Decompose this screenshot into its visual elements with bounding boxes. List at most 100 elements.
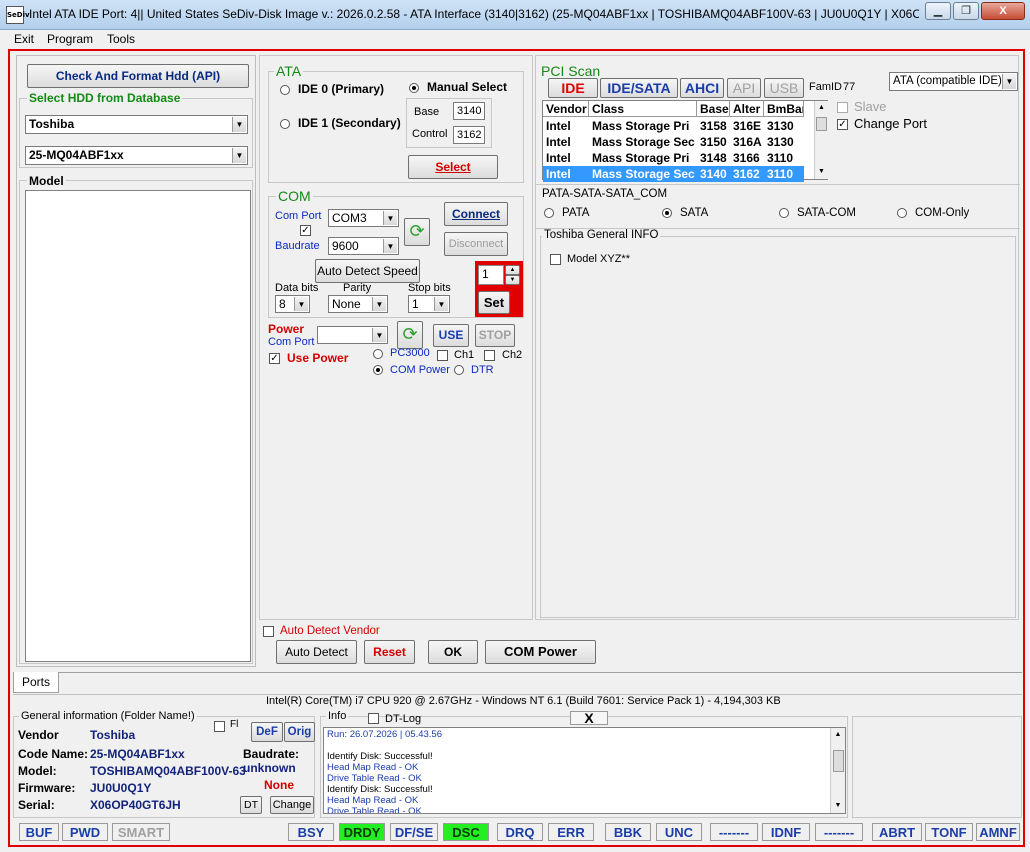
change-port-label[interactable]: Change Port [854, 116, 927, 131]
info-log[interactable]: Run: 26.07.2026 | 05.43.56 Identify Disk… [323, 727, 846, 814]
dt-button[interactable]: DT [240, 796, 262, 814]
power-com-port-combo[interactable]: ▼ [317, 326, 388, 344]
com-port-combo[interactable]: COM3 ▼ [328, 209, 399, 227]
com-power-radio[interactable] [373, 365, 383, 375]
reset-button[interactable]: Reset [364, 640, 415, 664]
use-power-label[interactable]: Use Power [287, 351, 348, 365]
tab-usb[interactable]: USB [764, 78, 804, 98]
data-bits-combo[interactable]: 8 ▼ [275, 295, 310, 313]
def-button[interactable]: DeF [251, 722, 283, 742]
iface-radio-pata[interactable] [544, 208, 554, 218]
scroll-down-icon[interactable]: ▼ [815, 165, 828, 178]
scroll-up-icon[interactable]: ▲ [815, 101, 828, 114]
control-input[interactable]: 3162 [453, 126, 485, 144]
menu-exit[interactable]: Exit [14, 32, 34, 46]
minimize-button[interactable]: ▁ [925, 2, 951, 20]
info-scrollbar[interactable]: ▲ ▼ [830, 728, 845, 813]
dtr-label[interactable]: DTR [471, 364, 494, 376]
auto-detect-speed-button[interactable]: Auto Detect Speed [315, 259, 420, 283]
scroll-thumb[interactable] [816, 117, 827, 131]
chevron-down-icon[interactable]: ▼ [372, 297, 386, 311]
parity-combo[interactable]: None ▼ [328, 295, 388, 313]
iface-radio-satacom[interactable] [779, 208, 789, 218]
use-button[interactable]: USE [433, 324, 469, 347]
table-header-cell[interactable]: Class [589, 101, 697, 117]
ok-button[interactable]: OK [428, 640, 478, 664]
slave-checkbox[interactable] [837, 102, 848, 113]
iface-label-comonly[interactable]: COM-Only [915, 207, 969, 219]
dtr-radio[interactable] [454, 365, 464, 375]
ch2-checkbox[interactable] [484, 350, 495, 361]
chevron-down-icon[interactable]: ▼ [294, 297, 308, 311]
baudrate-combo[interactable]: 9600 ▼ [328, 237, 399, 255]
table-header-cell[interactable]: BmBar [764, 101, 804, 117]
pci-scrollbar[interactable]: ▲ ▼ [814, 101, 828, 179]
pc3000-radio[interactable] [373, 349, 383, 359]
scroll-up-icon[interactable]: ▲ [831, 728, 845, 741]
ide1-radio[interactable] [280, 119, 290, 129]
chevron-down-icon[interactable]: ▼ [383, 211, 397, 225]
change-button[interactable]: Change [270, 796, 314, 814]
chevron-down-icon[interactable]: ▼ [434, 297, 448, 311]
set-spin-input[interactable]: 1 [478, 265, 504, 285]
family-combo[interactable]: 25-MQ04ABF1xx ▼ [25, 146, 248, 165]
dt-log-checkbox[interactable] [368, 713, 379, 724]
table-header-cell[interactable]: Vendor [543, 101, 589, 117]
tab-api[interactable]: API [727, 78, 761, 98]
ch1-checkbox[interactable] [437, 350, 448, 361]
fl-checkbox[interactable] [214, 721, 225, 732]
maximize-button[interactable]: ❐ [953, 2, 979, 20]
stop-bits-combo[interactable]: 1 ▼ [408, 295, 450, 313]
chevron-down-icon[interactable]: ▼ [232, 117, 246, 132]
ch2-label[interactable]: Ch2 [502, 349, 522, 361]
manual-select-label[interactable]: Manual Select [427, 80, 507, 94]
com-power-radio-label[interactable]: COM Power [390, 364, 450, 376]
stop-button[interactable]: STOP [475, 324, 515, 347]
refresh-icon[interactable]: ⟳ [404, 218, 430, 246]
table-header-cell[interactable]: Base [697, 101, 730, 117]
manual-select-radio[interactable] [409, 83, 419, 93]
connect-button[interactable]: Connect [444, 202, 508, 226]
tab-ide[interactable]: IDE [548, 78, 598, 98]
ide1-label[interactable]: IDE 1 (Secondary) [298, 116, 401, 130]
tab-ide-sata[interactable]: IDE/SATA [600, 78, 678, 98]
set-button[interactable]: Set [478, 291, 510, 314]
iface-radio-sata[interactable] [662, 208, 672, 218]
table-header-cell[interactable]: Alter [730, 101, 764, 117]
chevron-down-icon[interactable]: ▼ [383, 239, 397, 253]
dt-log-label[interactable]: DT-Log [385, 713, 421, 725]
chevron-down-icon[interactable]: ▼ [1002, 74, 1016, 89]
pc3000-label[interactable]: PC3000 [390, 347, 430, 359]
base-input[interactable]: 3140 [453, 102, 485, 120]
auto-detect-button[interactable]: Auto Detect [276, 640, 357, 664]
com-power-button[interactable]: COM Power [485, 640, 596, 664]
iface-label-satacom[interactable]: SATA-COM [797, 207, 856, 219]
auto-detect-vendor-checkbox[interactable] [263, 626, 274, 637]
chevron-down-icon[interactable]: ▼ [232, 148, 246, 163]
spin-down-icon[interactable]: ▼ [505, 275, 520, 285]
iface-label-sata[interactable]: SATA [680, 207, 708, 219]
model-xyz-label[interactable]: Model XYZ** [567, 253, 630, 265]
info-close-button[interactable]: X [570, 711, 608, 725]
chevron-down-icon[interactable]: ▼ [372, 328, 386, 342]
ide0-label[interactable]: IDE 0 (Primary) [298, 82, 384, 96]
power-refresh-icon[interactable]: ⟳ [397, 321, 423, 349]
iface-radio-comonly[interactable] [897, 208, 907, 218]
tab-ahci[interactable]: AHCI [680, 78, 724, 98]
change-port-checkbox[interactable]: ✓ [837, 119, 848, 130]
scroll-down-icon[interactable]: ▼ [831, 799, 845, 812]
model-xyz-checkbox[interactable] [550, 254, 561, 265]
close-button[interactable]: X [981, 2, 1025, 20]
auto-detect-vendor-label[interactable]: Auto Detect Vendor [280, 625, 380, 637]
fl-label[interactable]: Fl [230, 719, 238, 730]
spin-up-icon[interactable]: ▲ [505, 265, 520, 275]
menu-program[interactable]: Program [47, 32, 93, 46]
use-power-checkbox[interactable]: ✓ [269, 353, 280, 364]
select-button[interactable]: Select [408, 155, 498, 179]
check-format-button[interactable]: Check And Format Hdd (API) [27, 64, 249, 88]
mode-combo[interactable]: ATA (compatible IDE) ▼ [889, 72, 1018, 91]
model-list[interactable] [25, 190, 251, 662]
iface-label-pata[interactable]: PATA [562, 207, 589, 219]
scroll-thumb[interactable] [833, 750, 844, 772]
orig-button[interactable]: Orig [284, 722, 315, 742]
